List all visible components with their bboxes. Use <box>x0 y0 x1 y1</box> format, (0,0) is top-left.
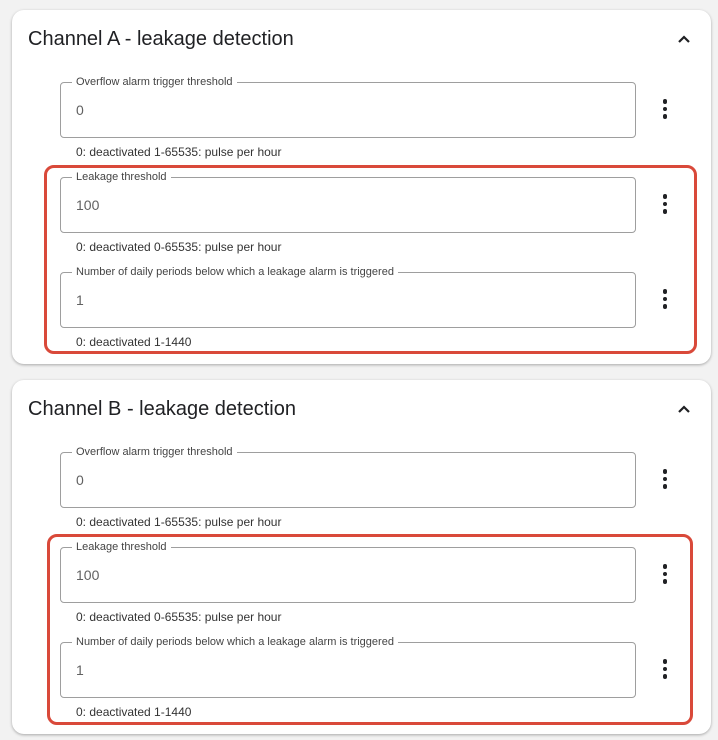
leakage-threshold-menu-button[interactable] <box>653 191 677 217</box>
leakage-threshold-input[interactable] <box>76 196 596 214</box>
daily-periods-label: Number of daily periods below which a le… <box>72 265 398 279</box>
overflow-alarm-threshold-field[interactable]: Overflow alarm trigger threshold <box>60 75 636 138</box>
channel-a-title: Channel A - leakage detection <box>28 28 294 50</box>
chevron-up-icon <box>678 35 690 43</box>
more-vert-icon <box>662 659 668 664</box>
leakage-threshold-label: Leakage threshold <box>72 540 171 554</box>
daily-periods-hint: 0: deactivated 1-1440 <box>76 705 192 719</box>
leakage-threshold-menu-button[interactable] <box>653 561 677 587</box>
daily-periods-label: Number of daily periods below which a le… <box>72 635 398 649</box>
overflow-alarm-threshold-hint: 0: deactivated 1-65535: pulse per hour <box>76 515 282 529</box>
overflow-alarm-threshold-label: Overflow alarm trigger threshold <box>72 445 237 459</box>
daily-periods-hint: 0: deactivated 1-1440 <box>76 335 192 349</box>
more-vert-icon <box>662 194 668 199</box>
overflow-alarm-threshold-hint: 0: deactivated 1-65535: pulse per hour <box>76 145 282 159</box>
leakage-threshold-hint: 0: deactivated 0-65535: pulse per hour <box>76 610 282 624</box>
channel-b-title: Channel B - leakage detection <box>28 398 296 420</box>
daily-periods-menu-button[interactable] <box>653 286 677 312</box>
daily-periods-input[interactable] <box>76 291 596 309</box>
overflow-alarm-threshold-menu-button[interactable] <box>653 96 677 122</box>
daily-periods-menu-button[interactable] <box>653 656 677 682</box>
more-vert-icon <box>662 564 668 569</box>
leakage-threshold-input[interactable] <box>76 566 596 584</box>
overflow-alarm-threshold-menu-button[interactable] <box>653 466 677 492</box>
overflow-alarm-threshold-label: Overflow alarm trigger threshold <box>72 75 237 89</box>
overflow-alarm-threshold-input[interactable] <box>76 471 596 489</box>
channel-b-card: Channel B - leakage detection Overflow a… <box>12 380 711 734</box>
channel-a-collapse-button[interactable] <box>671 26 697 52</box>
leakage-threshold-field[interactable]: Leakage threshold <box>60 540 636 603</box>
daily-periods-field[interactable]: Number of daily periods below which a le… <box>60 635 636 698</box>
leakage-threshold-label: Leakage threshold <box>72 170 171 184</box>
channel-b-collapse-button[interactable] <box>671 396 697 422</box>
overflow-alarm-threshold-field[interactable]: Overflow alarm trigger threshold <box>60 445 636 508</box>
chevron-up-icon <box>678 405 690 413</box>
leakage-threshold-hint: 0: deactivated 0-65535: pulse per hour <box>76 240 282 254</box>
daily-periods-input[interactable] <box>76 661 596 679</box>
overflow-alarm-threshold-input[interactable] <box>76 101 596 119</box>
more-vert-icon <box>662 99 668 104</box>
channel-a-card: Channel A - leakage detection Overflow a… <box>12 10 711 364</box>
daily-periods-field[interactable]: Number of daily periods below which a le… <box>60 265 636 328</box>
more-vert-icon <box>662 289 668 294</box>
more-vert-icon <box>662 469 668 474</box>
leakage-threshold-field[interactable]: Leakage threshold <box>60 170 636 233</box>
